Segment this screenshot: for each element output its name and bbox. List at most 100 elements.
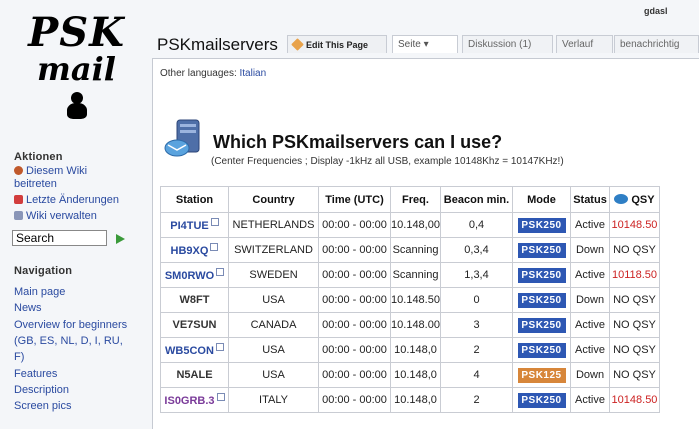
sidebar-item-manage-wiki[interactable]: Wiki verwalten — [14, 209, 97, 223]
status-cell: Active — [570, 212, 610, 238]
freq-cell: 10.148.00 — [390, 312, 441, 338]
sidebar-item-join-wiki[interactable]: Diesem Wiki — [14, 164, 87, 178]
station-callsign[interactable]: WB5CON — [165, 345, 214, 357]
sidebar-item-features[interactable]: Features — [14, 367, 57, 381]
col-header-time: Time (UTC) — [318, 186, 391, 213]
tab-diskussion[interactable]: Diskussion (1) — [462, 35, 553, 53]
mail-server-icon — [164, 119, 200, 157]
table-row: VE7SUN CANADA 00:00 - 00:00 10.148.00 3 PSK25… — [160, 312, 660, 338]
station-callsign[interactable]: IS0GRB.3 — [164, 395, 214, 407]
table-row: HB9XQ SWITZERLAND 00:00 - 00:00 Scanning 0,3… — [160, 237, 660, 263]
navigation-heading: Navigation — [14, 265, 73, 277]
time-cell: 00:00 - 00:00 — [318, 362, 391, 388]
col-header-status: Status — [570, 186, 610, 213]
table-row: N5ALE USA 00:00 - 00:00 10.148,0 4 PSK125 Down… — [160, 362, 660, 388]
tab-seite[interactable]: Seite ▾ — [392, 35, 458, 53]
tab-edit-page[interactable]: Edit This Page — [287, 35, 387, 53]
country-cell: CANADA — [228, 312, 319, 338]
search-go-arrow-icon[interactable] — [116, 234, 125, 244]
external-link-icon — [216, 268, 225, 276]
beacon-cell: 4 — [440, 362, 513, 388]
qsy-cell: NO QSY — [609, 237, 660, 263]
station-cell[interactable]: IS0GRB.3 — [160, 387, 229, 413]
status-cell: Down — [570, 287, 610, 313]
station-callsign: W8FT — [179, 294, 210, 306]
station-callsign[interactable]: SM0RWO — [165, 270, 214, 282]
mode-badge: PSK250 — [517, 267, 566, 283]
country-cell: USA — [228, 287, 319, 313]
station-callsign[interactable]: PI4TUE — [170, 220, 209, 232]
mode-cell: PSK250 — [512, 212, 571, 238]
mode-cell: PSK250 — [512, 337, 571, 363]
qsy-cell: 10148.50 — [609, 387, 660, 413]
admin-icon — [14, 211, 23, 220]
search-input[interactable] — [12, 230, 107, 246]
external-link-icon — [216, 393, 225, 401]
username-link[interactable]: gdasl — [644, 6, 668, 16]
sidebar-item-overview-langs-end[interactable]: F) — [14, 350, 24, 364]
beacon-cell: 1,3,4 — [440, 262, 513, 288]
col-header-mode: Mode — [512, 186, 571, 213]
status-cell: Down — [570, 237, 610, 263]
sidebar-item-recent-changes[interactable]: Letzte Änderungen — [14, 193, 119, 207]
station-cell[interactable]: PI4TUE — [160, 212, 229, 238]
mode-badge: PSK250 — [517, 242, 566, 258]
beacon-cell: 0 — [440, 287, 513, 313]
station-cell[interactable]: HB9XQ — [160, 237, 229, 263]
freq-cell: Scanning — [390, 237, 441, 263]
sidebar-item-join-wiki-cont[interactable]: beitreten — [14, 177, 57, 191]
mascot-icon — [66, 92, 88, 120]
status-cell: Active — [570, 337, 610, 363]
station-callsign: VE7SUN — [172, 319, 217, 331]
station-cell[interactable]: WB5CON — [160, 337, 229, 363]
pskmail-logo[interactable]: PSK mail — [14, 13, 139, 120]
country-cell: USA — [228, 337, 319, 363]
beacon-cell: 0,4 — [440, 212, 513, 238]
italian-link[interactable]: Italian — [240, 68, 267, 79]
country-cell: SWITZERLAND — [228, 237, 319, 263]
sidebar-item-news[interactable]: News — [14, 301, 42, 315]
mode-badge: PSK125 — [517, 367, 566, 383]
mode-cell: PSK125 — [512, 362, 571, 388]
mode-badge: PSK250 — [517, 342, 566, 358]
freq-cell: 10.148.50 — [390, 287, 441, 313]
table-row: IS0GRB.3 ITALY 00:00 - 00:00 10.148,0 2 PSK25… — [160, 387, 660, 413]
external-link-icon — [210, 243, 219, 251]
other-languages: Other languages: Italian — [160, 68, 266, 79]
page-title: PSKmailservers — [157, 35, 278, 54]
station-cell: VE7SUN — [160, 312, 229, 338]
station-callsign[interactable]: HB9XQ — [171, 245, 209, 257]
freq-cell: Scanning — [390, 262, 441, 288]
freq-cell: 10.148,0 — [390, 362, 441, 388]
time-cell: 00:00 - 00:00 — [318, 337, 391, 363]
mode-badge: PSK250 — [517, 317, 566, 333]
station-cell: W8FT — [160, 287, 229, 313]
sidebar-item-overview[interactable]: Overview for beginners — [14, 318, 127, 332]
globe-icon — [614, 193, 629, 204]
other-languages-label: Other languages: — [160, 68, 237, 79]
station-cell[interactable]: SM0RWO — [160, 262, 229, 288]
mode-cell: PSK250 — [512, 262, 571, 288]
beacon-cell: 2 — [440, 337, 513, 363]
col-header-station: Station — [160, 186, 229, 213]
country-cell: NETHERLANDS — [228, 212, 319, 238]
sidebar-item-screen-pics[interactable]: Screen pics — [14, 399, 71, 413]
section-heading: Which PSKmailservers can I use? — [213, 132, 503, 152]
section-subheading: (Center Frequencies ; Display -1kHz all … — [211, 156, 564, 167]
time-cell: 00:00 - 00:00 — [318, 212, 391, 238]
sidebar-item-description[interactable]: Description — [14, 383, 69, 397]
table-header-row: Station Country Time (UTC) Freq. Beacon … — [160, 186, 660, 213]
country-cell: USA — [228, 362, 319, 388]
tab-verlauf[interactable]: Verlauf — [556, 35, 613, 53]
qsy-cell: 10118.50 — [609, 262, 660, 288]
mode-badge: PSK250 — [517, 217, 566, 233]
sidebar-item-main-page[interactable]: Main page — [14, 285, 65, 299]
qsy-cell: NO QSY — [609, 362, 660, 388]
mode-cell: PSK250 — [512, 237, 571, 263]
time-cell: 00:00 - 00:00 — [318, 287, 391, 313]
pencil-icon — [291, 38, 304, 51]
status-cell: Active — [570, 262, 610, 288]
sidebar-item-overview-langs[interactable]: (GB, ES, NL, D, I, RU, — [14, 334, 123, 348]
table-row: SM0RWO SWEDEN 00:00 - 00:00 Scanning 1,3,4 PS… — [160, 262, 660, 288]
tab-benachrichtigen[interactable]: benachrichtig — [614, 35, 699, 53]
